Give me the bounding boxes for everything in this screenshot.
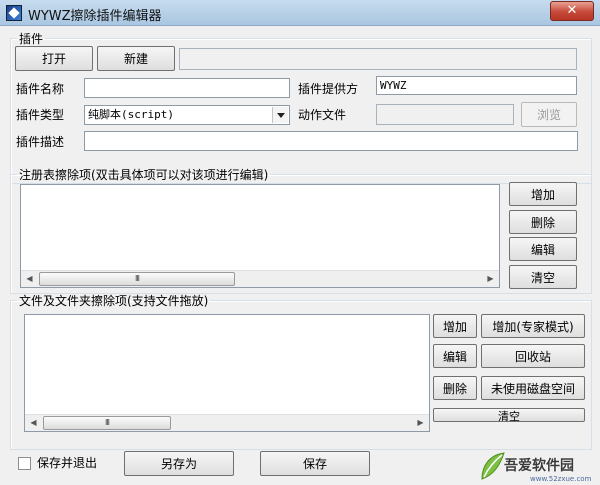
files-edit-button[interactable]: 编辑 [433,344,477,368]
registry-clear-button[interactable]: 清空 [509,265,577,289]
files-hscroll[interactable]: ◀ III ▶ [25,414,429,431]
scroll-right-icon[interactable]: ▶ [482,271,499,287]
site-watermark: 吾爱软件园 www.52zxue.com [478,447,598,485]
plugin-type-label: 插件类型 [16,108,65,122]
registry-edit-button[interactable]: 编辑 [509,237,577,261]
files-clear-button[interactable]: 清空 [433,408,585,422]
plugin-provider-label: 插件提供方 [298,82,359,96]
files-delete-button[interactable]: 删除 [433,376,477,400]
open-button[interactable]: 打开 [15,46,93,71]
scroll-right-icon[interactable]: ▶ [412,415,429,431]
leaf-logo-icon [481,452,505,480]
save-exit-label: 保存并退出 [37,456,98,470]
registry-scroll-thumb[interactable]: III [39,272,235,286]
files-add-expert-button[interactable]: 增加(专家模式) [481,314,585,338]
files-list[interactable]: ◀ III ▶ [24,314,430,432]
registry-list[interactable]: ◀ III ▶ [20,184,500,288]
scroll-left-icon[interactable]: ◀ [25,415,42,431]
registry-delete-button[interactable]: 删除 [509,210,577,234]
registry-add-button[interactable]: 增加 [509,182,577,206]
plugin-type-value: 纯脚本(script) [88,108,174,121]
browse-button[interactable]: 浏览 [521,102,577,127]
action-file-field [376,104,514,125]
title-bar: WYWZ擦除插件编辑器 ✕ [0,0,600,26]
plugin-desc-label: 插件描述 [16,135,65,149]
files-scroll-thumb[interactable]: III [43,416,171,430]
unused-disk-space-button[interactable]: 未使用磁盘空间 [481,376,585,400]
watermark-url: www.52zxue.com [530,475,592,483]
plugin-name-input[interactable] [84,78,290,98]
plugin-desc-input[interactable] [84,131,578,151]
files-add-button[interactable]: 增加 [433,314,477,338]
plugin-group-legend: 插件 [19,32,44,46]
close-button[interactable]: ✕ [550,1,594,21]
registry-group-legend: 注册表擦除项(双击具体项可以对该项进行编辑) [19,168,269,182]
plugin-type-select[interactable]: 纯脚本(script) [84,105,290,125]
scroll-left-icon[interactable]: ◀ [21,271,38,287]
save-button[interactable]: 保存 [260,451,370,476]
window-client: 插件 打开 新建 插件名称 插件提供方 WYWZ 插件类型 纯脚本(script… [0,26,600,485]
window-title: WYWZ擦除插件编辑器 [28,9,162,24]
app-icon [6,5,22,21]
watermark-text: 吾爱软件园 [504,458,574,474]
save-exit-checkbox[interactable] [18,457,31,470]
plugin-provider-input[interactable]: WYWZ [376,76,577,95]
files-group-legend: 文件及文件夹擦除项(支持文件拖放) [19,294,209,308]
new-button[interactable]: 新建 [97,46,175,71]
plugin-path-field [179,48,577,70]
registry-hscroll[interactable]: ◀ III ▶ [21,270,499,287]
chevron-down-icon[interactable] [272,107,288,123]
plugin-name-label: 插件名称 [16,82,65,96]
save-as-button[interactable]: 另存为 [124,451,234,476]
recycle-bin-button[interactable]: 回收站 [481,344,585,368]
action-file-label: 动作文件 [298,108,347,122]
